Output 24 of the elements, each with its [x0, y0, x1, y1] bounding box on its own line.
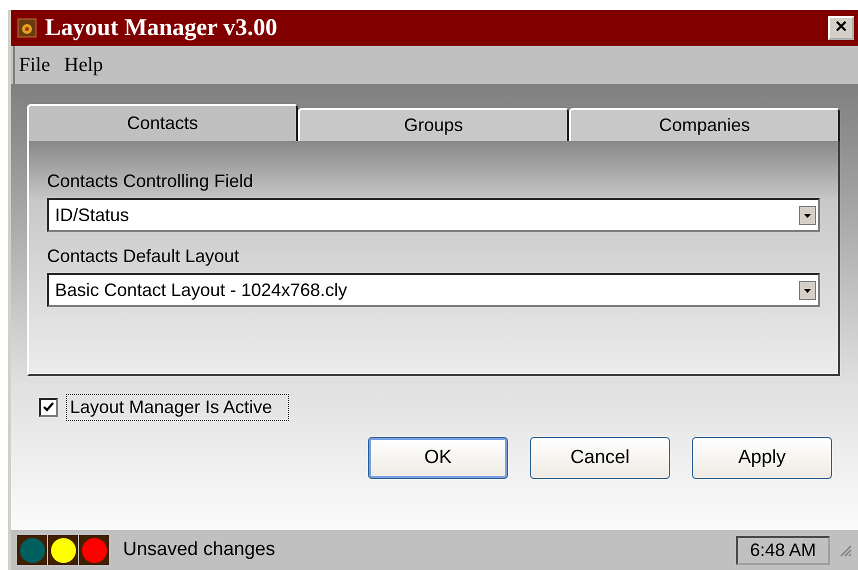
field-label: Contacts Default Layout	[47, 246, 240, 267]
menu-item[interactable]: Help	[64, 54, 104, 76]
dropdown-field[interactable]: ID/Status	[47, 198, 820, 232]
app-icon	[17, 18, 37, 38]
dropdown-field[interactable]: Basic Contact Layout - 1024x768.cly	[47, 273, 820, 307]
tab[interactable]: Contacts	[27, 104, 298, 141]
status-message: Unsaved changes	[123, 539, 276, 561]
status-light	[48, 535, 78, 565]
status-light	[17, 535, 47, 565]
check-mark-icon	[43, 402, 54, 413]
checkbox[interactable]	[39, 398, 58, 417]
dialog-button[interactable]: Cancel	[530, 437, 670, 479]
resize-grip-icon[interactable]	[838, 543, 852, 557]
field-label: Contacts Controlling Field	[47, 171, 254, 192]
tab[interactable]: Companies	[569, 108, 840, 141]
close-button[interactable]: ✕	[828, 16, 854, 40]
status-time: 6:48 AM	[736, 536, 830, 564]
menu-item[interactable]: File	[19, 54, 50, 76]
dialog-button[interactable]: OK	[368, 437, 508, 479]
tab[interactable]: Groups	[298, 108, 569, 141]
status-light	[79, 535, 109, 565]
checkbox-label[interactable]: Layout Manager Is Active	[66, 394, 290, 421]
dialog-button[interactable]: Apply	[692, 437, 832, 479]
window-title: Layout Manager v3.00	[45, 14, 278, 42]
